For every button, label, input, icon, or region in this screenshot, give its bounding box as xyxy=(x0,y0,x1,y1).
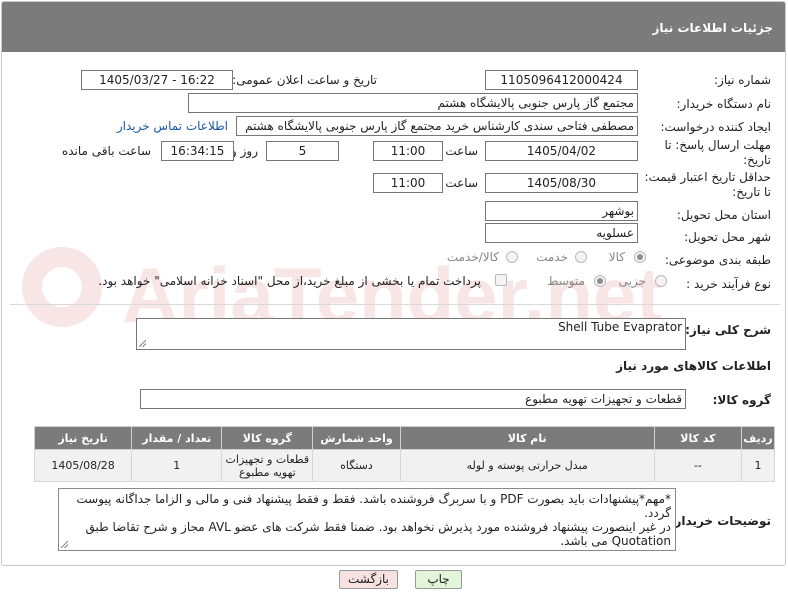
need-number-field: 1105096412000424 xyxy=(485,70,638,90)
goods-group-label: گروه کالا: xyxy=(712,393,771,407)
announce-date-field: 1405/03/27 - 16:22 xyxy=(81,70,233,90)
general-desc-field: Shell Tube Evaprator xyxy=(136,318,686,350)
deadline-days-label: روز و xyxy=(231,144,258,158)
resize-grip-icon[interactable] xyxy=(139,340,146,347)
category-option-goods: کالا xyxy=(608,250,625,264)
province-field: بوشهر xyxy=(485,201,638,221)
cell-group: قطعات و تجهیزات تهویه مطبوع xyxy=(221,449,314,482)
cell-name: مبدل حرارتی پوسته و لوله xyxy=(399,449,655,482)
cell-row: 1 xyxy=(740,449,776,482)
resize-grip-icon[interactable] xyxy=(61,541,68,548)
cell-qty: 1 xyxy=(131,449,223,482)
goods-section-title: اطلاعات کالاهای مورد نیاز xyxy=(616,359,771,373)
need-number-label: شماره نیاز: xyxy=(714,73,771,87)
deadline-time-field: 11:00 xyxy=(373,141,443,161)
category-radio-goods[interactable] xyxy=(634,251,646,263)
process-label: نوع فرآیند خرید : xyxy=(686,277,771,291)
price-validity-label-line2: تا تاریخ: xyxy=(732,185,771,199)
col-header-name: نام کالا xyxy=(399,426,655,450)
treasury-note: پرداخت تمام یا بخشی از مبلغ خرید،از محل … xyxy=(98,274,481,288)
city-label: شهر محل تحویل: xyxy=(684,230,771,244)
section-divider xyxy=(10,304,780,305)
province-label: استان محل تحویل: xyxy=(676,208,771,222)
deadline-label-line2: تاریخ: xyxy=(743,153,771,167)
cell-unit: دستگاه xyxy=(312,449,401,482)
buyer-notes-line-1: *مهم*پیشنهادات باید بصورت PDF و با سربرگ… xyxy=(76,492,671,520)
deadline-time-label: ساعت xyxy=(445,144,478,158)
category-option-service: خدمت xyxy=(536,250,568,264)
col-header-row: ردیف xyxy=(740,426,776,450)
buyer-org-field: مجتمع گاز پارس جنوبی پالایشگاه هشتم xyxy=(188,93,638,113)
cell-code: -- xyxy=(653,449,742,482)
table-row: 1 -- مبدل حرارتی پوسته و لوله دستگاه قطع… xyxy=(33,449,776,482)
buyer-contact-link[interactable]: اطلاعات تماس خریدار xyxy=(117,119,228,133)
buyer-notes-field: *مهم*پیشنهادات باید بصورت PDF و با سربرگ… xyxy=(58,488,676,551)
goods-table: ردیف کد کالا نام کالا واحد شمارش گروه کا… xyxy=(33,426,776,482)
col-header-code: کد کالا xyxy=(653,426,742,450)
process-radio-medium[interactable] xyxy=(594,275,606,287)
buyer-notes-line-2: در غیر اینصورت پیشنهاد فروشنده مورد پذیر… xyxy=(85,520,671,534)
price-validity-time-field: 11:00 xyxy=(373,173,443,193)
price-validity-time-label: ساعت xyxy=(445,176,478,190)
back-button[interactable]: بازگشت xyxy=(339,570,398,589)
deadline-remaining-field: 16:34:15 xyxy=(161,141,234,161)
requester-field: مصطفی فتاحی سندی کارشناس خرید مجتمع گاز … xyxy=(236,116,638,136)
goods-table-header: ردیف کد کالا نام کالا واحد شمارش گروه کا… xyxy=(33,426,776,450)
category-radio-service[interactable] xyxy=(575,251,587,263)
col-header-group: گروه کالا xyxy=(221,426,314,450)
goods-group-field: قطعات و تجهیزات تهویه مطبوع xyxy=(140,389,686,409)
process-option-medium: متوسط xyxy=(547,274,585,288)
col-header-date: تاریخ نیاز xyxy=(33,426,133,450)
deadline-days-field: 5 xyxy=(266,141,339,161)
process-radio-minor[interactable] xyxy=(655,275,667,287)
category-option-goods-service: کالا/خدمت xyxy=(446,250,499,264)
col-header-unit: واحد شمارش xyxy=(312,426,401,450)
process-option-minor: جزیی xyxy=(618,274,646,288)
price-validity-label-line1: حداقل تاریخ اعتبار قیمت: xyxy=(644,170,771,184)
buyer-notes-line-3: Quotation می باشد. xyxy=(560,534,671,548)
city-field: عسلویه xyxy=(485,223,638,243)
deadline-remaining-label: ساعت باقی مانده xyxy=(61,144,151,158)
announce-date-label: تاریخ و ساعت اعلان عمومی: xyxy=(232,73,377,87)
category-label: طبقه بندی موضوعی: xyxy=(664,253,771,267)
treasury-checkbox[interactable] xyxy=(495,274,507,286)
cell-date: 1405/08/28 xyxy=(33,449,133,482)
buyer-notes-label: توضیحات خریدار: xyxy=(669,514,771,528)
watermark-emblem-icon xyxy=(22,247,103,327)
buyer-org-label: نام دستگاه خریدار: xyxy=(676,97,772,111)
panel-title: جزئیات اطلاعات نیاز xyxy=(2,2,785,52)
general-desc-label: شرح کلی نیاز: xyxy=(685,323,771,337)
deadline-label-line1: مهلت ارسال پاسخ: تا xyxy=(664,138,771,152)
col-header-qty: تعداد / مقدار xyxy=(131,426,223,450)
price-validity-date-field: 1405/08/30 xyxy=(485,173,638,193)
category-radio-goods-service[interactable] xyxy=(506,251,518,263)
requester-label: ایجاد کننده درخواست: xyxy=(660,120,771,134)
deadline-date-field: 1405/04/02 xyxy=(485,141,638,161)
print-button[interactable]: چاپ xyxy=(415,570,462,589)
need-details-panel: جزئیات اطلاعات نیاز AriaTender.net شماره… xyxy=(1,1,786,566)
